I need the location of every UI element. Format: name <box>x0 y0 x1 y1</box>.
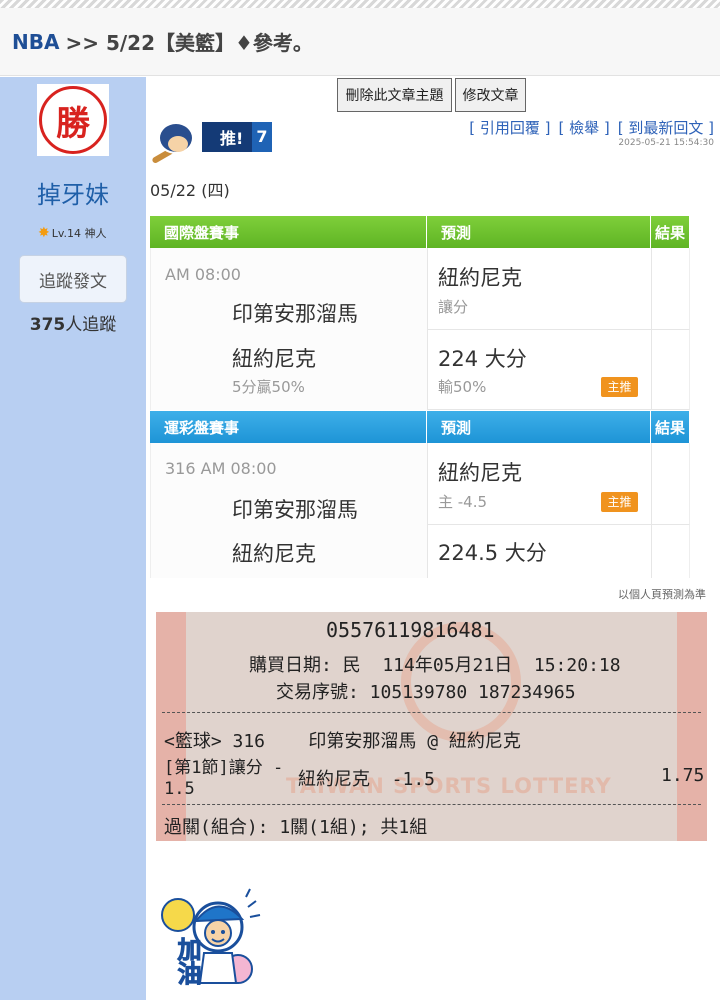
thread-title: >> 5/22【美籃】♦參考。 <box>65 31 313 55</box>
result-cell <box>652 443 690 525</box>
prediction-main: 224 大分 <box>438 347 527 371</box>
lottery-game-cell: 316 AM 08:00 印第安那溜馬 紐約尼克 <box>151 443 428 578</box>
ticket-game-line: <籃球> 316 印第安那溜馬 @ 紐約尼克 <box>164 731 521 752</box>
quote-reply-link[interactable]: [ 引用回覆 ] <box>469 119 550 137</box>
thread-header: NBA >> 5/22【美籃】♦參考。 <box>0 8 720 76</box>
edit-post-button[interactable]: 修改文章 <box>455 78 526 112</box>
latest-reply-link[interactable]: [ 到最新回文 ] <box>618 119 714 137</box>
away-team: 印第安那溜馬 <box>232 302 358 326</box>
ticket-parlay: 過關(組合): 1關(1組); 共1組 <box>164 817 428 838</box>
international-game-header: 國際盤賽事 <box>150 216 427 248</box>
international-prediction-header: 預測 <box>427 216 651 248</box>
game-time: 316 AM 08:00 <box>165 459 277 478</box>
cheer-text: 加油 <box>173 937 202 986</box>
prediction-main: 紐約尼克 <box>438 266 522 290</box>
push-label: 推! <box>220 129 244 148</box>
star-icon: ✸ <box>38 225 50 241</box>
prediction-cell: 紐約尼克 讓分 <box>428 248 652 330</box>
away-team: 印第安那溜馬 <box>232 498 358 522</box>
ticket-divider <box>162 804 701 805</box>
lottery-ticket-image[interactable]: TAIWAN SPORTS LOTTERY 05576119816481 購買日… <box>156 612 707 841</box>
prediction-cell: 224.5 大分 <box>428 525 652 578</box>
post-timestamp: 2025-05-21 15:54:30 <box>618 138 714 148</box>
prediction-cell: 紐約尼克 主 -4.5 主推 <box>428 443 652 525</box>
author-sidebar: 勝 掉牙妹 ✸ Lv.14 神人 追蹤發文 375人追蹤 <box>0 77 146 1000</box>
lottery-game-header: 運彩盤賽事 <box>150 411 427 443</box>
delete-topic-button[interactable]: 刪除此文章主題 <box>337 78 452 112</box>
push-badge: 推! 7 <box>202 122 272 152</box>
ticket-divider <box>162 712 701 713</box>
game-time: AM 08:00 <box>165 265 241 284</box>
result-cell <box>652 525 690 578</box>
avatar[interactable]: 勝 <box>37 84 109 156</box>
push-button[interactable]: 推! 7 <box>150 118 278 165</box>
lottery-result-header: 結果 <box>655 418 686 437</box>
ticket-odds: 1.75 <box>661 765 705 786</box>
follower-suffix: 人追蹤 <box>65 315 117 335</box>
main-pick-tag: 主推 <box>601 377 638 397</box>
home-note: 5分贏50% <box>232 378 305 396</box>
ticket-bet-pick: 紐約尼克 -1.5 <box>298 769 436 790</box>
lottery-row: 316 AM 08:00 印第安那溜馬 紐約尼克 紐約尼克 主 -4.5 主推 … <box>150 443 690 578</box>
prediction-cell: 224 大分 輸50% 主推 <box>428 330 652 410</box>
prediction-sub: 主 -4.5 <box>438 493 488 511</box>
level-label: Lv.14 神人 <box>51 227 107 240</box>
follower-number: 375 <box>29 315 66 335</box>
post-date: 05/22 (四) <box>150 181 230 200</box>
international-row: AM 08:00 印第安那溜馬 紐約尼克 5分贏50% 紐約尼克 讓分 224 … <box>150 248 690 410</box>
home-team: 紐約尼克 <box>232 347 316 371</box>
ticket-bet-handicap: 1.5 <box>164 779 195 799</box>
home-team: 紐約尼克 <box>232 542 316 566</box>
win-badge-icon: 勝 <box>39 86 107 154</box>
ticket-edge-right <box>677 612 707 841</box>
prediction-main: 紐約尼克 <box>438 461 522 485</box>
top-border <box>0 0 720 8</box>
lottery-header: 運彩盤賽事 預測 結果 <box>150 411 689 443</box>
ticket-serial: 交易序號: 105139780 187234965 <box>276 682 576 703</box>
ticket-purchase-date: 購買日期: 民 114年05月21日 15:20:18 <box>249 655 621 676</box>
follow-button[interactable]: 追蹤發文 <box>19 255 127 303</box>
username[interactable]: 掉牙妹 <box>0 175 146 210</box>
main-pick-tag: 主推 <box>601 492 638 512</box>
ticket-bet-type: [第1節]讓分 - <box>164 758 284 778</box>
international-game-cell: AM 08:00 印第安那溜馬 紐約尼克 5分贏50% <box>151 248 428 410</box>
international-result-header: 結果 <box>655 223 686 242</box>
prediction-sub: 輸50% <box>438 378 487 396</box>
prediction-note: 以個人頁預測為準 <box>618 588 706 601</box>
user-level: ✸ Lv.14 神人 <box>38 225 107 241</box>
mascot-icon <box>158 122 194 154</box>
ticket-number: 05576119816481 <box>326 618 495 642</box>
report-link[interactable]: [ 檢舉 ] <box>559 119 610 137</box>
lottery-prediction-header: 預測 <box>427 411 651 443</box>
follower-count: 375人追蹤 <box>0 310 146 335</box>
prediction-main: 224.5 大分 <box>438 541 547 565</box>
result-cell <box>652 248 690 330</box>
cheer-sticker: 加油 <box>156 887 266 992</box>
result-cell <box>652 330 690 410</box>
category-link[interactable]: NBA <box>12 30 59 54</box>
prediction-sub: 讓分 <box>438 298 469 316</box>
push-count: 7 <box>252 122 272 152</box>
international-header: 國際盤賽事 預測 結果 <box>150 216 689 248</box>
post-links: [ 引用回覆 ] [ 檢舉 ] [ 到最新回文 ] <box>461 117 714 138</box>
